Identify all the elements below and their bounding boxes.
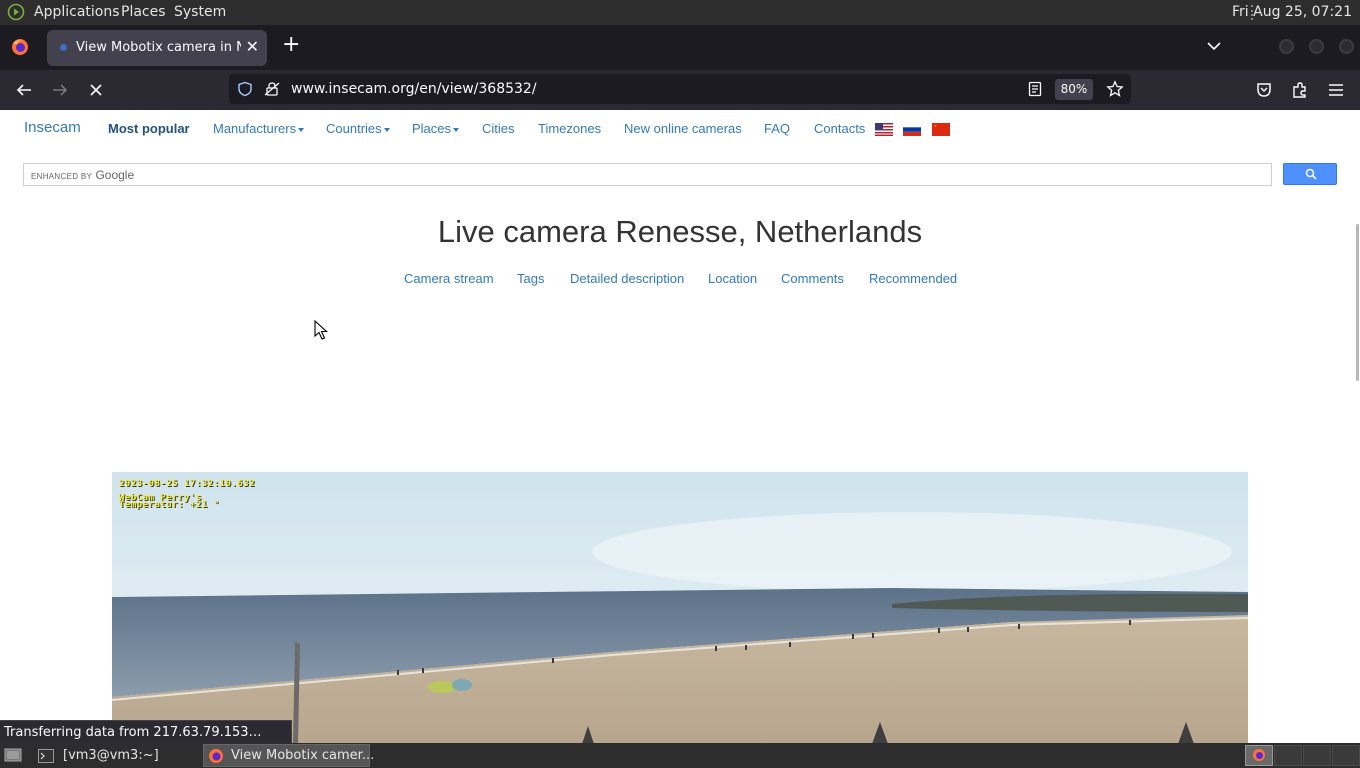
- nav-timezones[interactable]: Timezones: [538, 121, 601, 136]
- russia-flag-icon[interactable]: [903, 123, 921, 136]
- insecam-brand-link[interactable]: Insecam: [24, 119, 81, 136]
- terminal-icon: [38, 749, 54, 763]
- gnome-foot-icon[interactable]: [7, 3, 25, 21]
- firefox-icon[interactable]: [11, 38, 29, 56]
- caret-down-icon: [298, 127, 305, 132]
- nav-countries-label: Countries: [326, 121, 382, 136]
- nav-places-label: Places: [412, 121, 452, 136]
- google-text: Google: [95, 168, 135, 182]
- us-flag-icon[interactable]: [875, 123, 893, 136]
- url-text[interactable]: www.insecam.org/en/view/368532/: [291, 81, 537, 97]
- taskbar-firefox[interactable]: View Mobotix camer...: [203, 744, 374, 767]
- camera-stream-link[interactable]: Camera stream: [404, 271, 494, 286]
- camera-favicon-icon: [60, 44, 67, 51]
- recommended-link[interactable]: Recommended: [869, 271, 957, 286]
- stop-loading-icon[interactable]: [86, 80, 106, 100]
- beach-scene-image: [112, 472, 1248, 743]
- nav-faq[interactable]: FAQ: [764, 121, 790, 136]
- web-page: Insecam Most popular Manufacturers Count…: [0, 110, 1355, 743]
- nav-new-online-cameras[interactable]: New online cameras: [624, 121, 742, 136]
- firefox-icon: [1253, 749, 1265, 761]
- caret-down-icon: [383, 127, 390, 132]
- camera-timestamp-overlay: 2023-08-25 17:32:10.632: [119, 479, 256, 489]
- status-panel: Transferring data from 217.63.79.153…: [0, 720, 292, 744]
- search-button[interactable]: [1283, 163, 1337, 185]
- nav-manufacturers-label: Manufacturers: [213, 121, 297, 136]
- scroll-thumb[interactable]: [1356, 224, 1359, 381]
- mouse-pointer-icon: [314, 320, 328, 340]
- nav-places[interactable]: Places: [412, 121, 460, 136]
- taskbar-terminal-label: [vm3@vm3:~]: [63, 748, 159, 763]
- close-tab-icon[interactable]: ✕: [246, 37, 259, 56]
- workspace-4[interactable]: [1332, 745, 1360, 766]
- camera-stream-image[interactable]: 2023-08-25 17:32:10.632 WebCam Perry's T…: [112, 472, 1248, 743]
- applications-menu[interactable]: Applications: [34, 4, 120, 20]
- bookmark-star-icon[interactable]: [1106, 80, 1124, 98]
- pocket-icon[interactable]: [1254, 80, 1274, 100]
- top-panel: Applications Places System Fri Aug 25, 0…: [0, 0, 1360, 25]
- system-menu[interactable]: System: [174, 4, 226, 20]
- tab-active[interactable]: View Mobotix camera in Netherlands ✕: [47, 30, 267, 66]
- zoom-level-button[interactable]: 80%: [1055, 79, 1093, 100]
- detailed-description-link[interactable]: Detailed description: [570, 271, 684, 286]
- enhanced-by-text: ENHANCED BY: [31, 172, 93, 181]
- workspace-1[interactable]: [1245, 745, 1273, 766]
- nav-countries[interactable]: Countries: [326, 121, 390, 136]
- firefox-icon: [209, 749, 223, 763]
- insecure-lock-icon[interactable]: [264, 81, 280, 97]
- workspace-2[interactable]: [1274, 745, 1302, 766]
- new-tab-button[interactable]: +: [282, 32, 300, 57]
- back-arrow-icon[interactable]: [14, 80, 34, 100]
- reader-view-icon[interactable]: [1027, 81, 1043, 97]
- taskbar-firefox-label: View Mobotix camer...: [231, 748, 375, 763]
- page-title: Live camera Renesse, Netherlands: [437, 214, 923, 249]
- comments-link[interactable]: Comments: [781, 271, 844, 286]
- location-link[interactable]: Location: [708, 271, 757, 286]
- navigation-toolbar: www.insecam.org/en/view/368532/ 80%: [0, 70, 1360, 110]
- bottom-taskbar: [vm3@vm3:~] View Mobotix camer...: [0, 743, 1360, 768]
- tags-link[interactable]: Tags: [517, 271, 544, 286]
- tab-title: View Mobotix camera in Netherlands: [76, 40, 241, 55]
- google-search-input[interactable]: ENHANCED BY Google: [23, 163, 1272, 186]
- list-all-tabs-icon[interactable]: [1206, 38, 1222, 54]
- nav-contacts[interactable]: Contacts: [814, 121, 865, 136]
- forward-arrow-icon[interactable]: [50, 80, 70, 100]
- minimize-window-button[interactable]: [1279, 39, 1294, 54]
- show-desktop-icon[interactable]: [4, 748, 22, 763]
- shield-icon[interactable]: [237, 81, 253, 97]
- nav-most-popular[interactable]: Most popular: [108, 121, 190, 136]
- places-menu[interactable]: Places: [121, 4, 166, 20]
- page-scrollbar[interactable]: [1355, 110, 1360, 743]
- search-icon: [1305, 168, 1317, 180]
- extensions-puzzle-icon[interactable]: [1290, 80, 1310, 100]
- camera-temperature-overlay: Temperatur: +21 °: [119, 500, 220, 510]
- workspace-3[interactable]: [1303, 745, 1331, 766]
- enhanced-by-google-label: ENHANCED BY Google: [31, 168, 134, 182]
- close-window-button[interactable]: [1339, 39, 1354, 54]
- caret-down-icon: [453, 127, 460, 132]
- url-bar[interactable]: www.insecam.org/en/view/368532/ 80%: [229, 74, 1131, 104]
- hamburger-menu-icon[interactable]: [1326, 80, 1346, 100]
- nav-manufacturers[interactable]: Manufacturers: [213, 121, 305, 136]
- maximize-window-button[interactable]: [1309, 39, 1324, 54]
- nav-cities[interactable]: Cities: [482, 121, 515, 136]
- clock[interactable]: Fri Aug 25, 07:21: [1232, 4, 1352, 20]
- china-flag-icon[interactable]: [932, 123, 950, 136]
